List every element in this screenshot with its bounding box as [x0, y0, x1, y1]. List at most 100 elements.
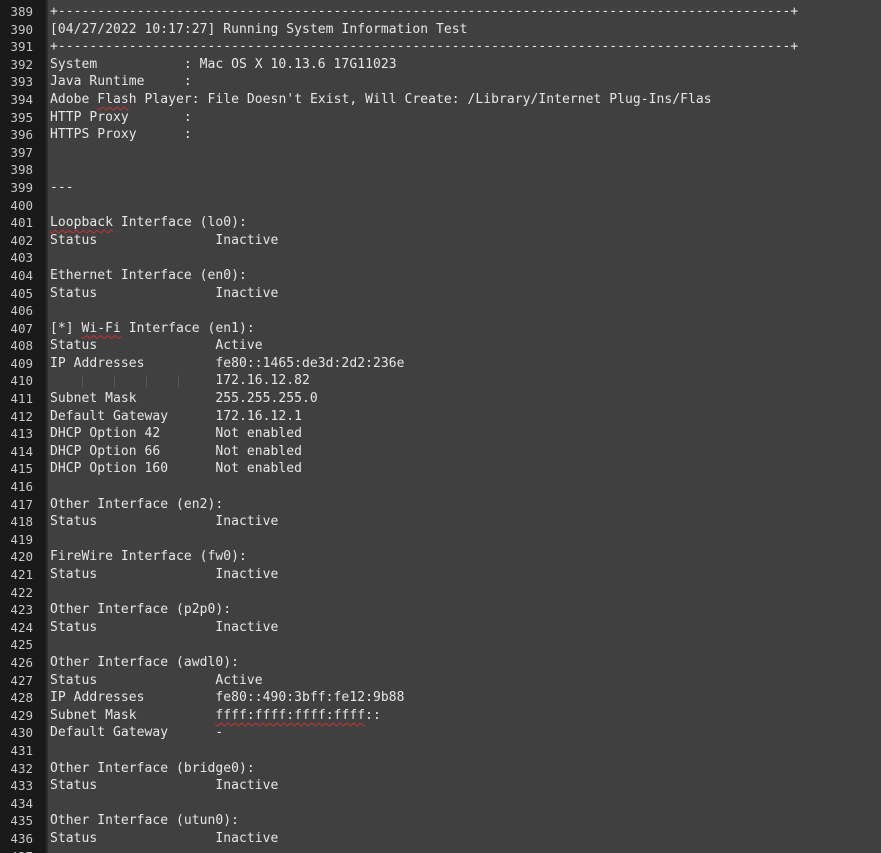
editor-line[interactable]: 393 Java Runtime : [0, 73, 881, 91]
editor-line[interactable]: 413 DHCP Option 42 Not enabled [0, 425, 881, 443]
line-number: 434 [10, 795, 33, 811]
editor-line[interactable]: 427 Status Active [0, 672, 881, 690]
line-number: 427 [10, 672, 33, 688]
line-number: 429 [10, 707, 33, 723]
editor-line[interactable]: 397 [0, 144, 881, 162]
editor-line[interactable]: 403 [0, 249, 881, 267]
line-number: 391 [10, 39, 33, 55]
line-text: Other Interface (p2p0): [50, 602, 232, 618]
line-number: 415 [10, 461, 33, 477]
line-number: 396 [10, 127, 33, 143]
editor-line[interactable]: 405 Status Inactive [0, 285, 881, 303]
line-number: 413 [10, 426, 33, 442]
line-number: 423 [10, 602, 33, 618]
line-number: 424 [10, 619, 33, 635]
editor-line[interactable]: 420 FireWire Interface (fw0): [0, 548, 881, 566]
line-number: 430 [10, 725, 33, 741]
line-number: 402 [10, 232, 33, 248]
line-text: DHCP Option 160 Not enabled [50, 461, 303, 477]
editor-line[interactable]: 414 DHCP Option 66 Not enabled [0, 443, 881, 461]
line-text: Other Interface (en2): [50, 496, 224, 512]
editor-line[interactable]: 418 Status Inactive [0, 513, 881, 531]
line-number: 411 [10, 391, 33, 407]
line-text: [04/27/2022 10:17:27] Running System Inf… [50, 21, 468, 37]
editor-line[interactable]: 389 +------------------------------------… [0, 3, 881, 21]
line-number: 403 [10, 250, 33, 266]
editor-line[interactable]: 424 Status Inactive [0, 619, 881, 637]
editor-line[interactable]: 394 Adobe Flash Player: File Doesn't Exis… [0, 91, 881, 109]
editor-line[interactable]: 428 IP Addresses fe80::490:3bff:fe12:9b88 [0, 689, 881, 707]
editor-line[interactable]: 436 Status Inactive [0, 830, 881, 848]
editor-line[interactable]: 399 --- [0, 179, 881, 197]
editor-line[interactable]: 421 Status Inactive [0, 566, 881, 584]
editor-line[interactable]: 395 HTTP Proxy : [0, 109, 881, 127]
line-text: HTTPS Proxy : [50, 127, 192, 143]
editor-line[interactable]: 406 [0, 302, 881, 320]
line-text: Status Active [50, 338, 263, 354]
line-number: 431 [10, 742, 33, 758]
editor-line[interactable]: 401 Loopback Interface (lo0): [0, 214, 881, 232]
line-number: 425 [10, 637, 33, 653]
line-text: +---------------------------------------… [50, 39, 799, 55]
line-number: 412 [10, 408, 33, 424]
editor-line[interactable]: 392 System : Mac OS X 10.13.6 17G11023 [0, 56, 881, 74]
line-number: 395 [10, 109, 33, 125]
spellcheck-underline: ffff:ffff:ffff:ffff [215, 707, 366, 723]
editor-line[interactable]: 419 [0, 531, 881, 549]
line-text: IP Addresses fe80::1465:de3d:2d2:236e [50, 355, 405, 371]
editor-line[interactable]: 396 HTTPS Proxy : [0, 126, 881, 144]
editor-line[interactable]: 390 [04/27/2022 10:17:27] Running System … [0, 21, 881, 39]
editor-line[interactable]: 433 Status Inactive [0, 777, 881, 795]
editor-line[interactable]: 432 Other Interface (bridge0): [0, 760, 881, 778]
editor-line[interactable]: 411 Subnet Mask 255.255.255.0 [0, 390, 881, 408]
line-text: Subnet Mask 255.255.255.0 [50, 391, 318, 407]
line-number: 398 [10, 162, 33, 178]
line-text: [*] Wi-Fi Interface (en1): [50, 320, 255, 336]
line-number: 399 [10, 179, 33, 195]
line-number: 422 [10, 584, 33, 600]
editor-line[interactable]: 409 IP Addresses fe80::1465:de3d:2d2:236e [0, 355, 881, 373]
line-text: +---------------------------------------… [50, 4, 799, 19]
line-text: FireWire Interface (fw0): [50, 549, 247, 565]
editor-line[interactable]: 431 [0, 742, 881, 760]
line-number: 404 [10, 267, 33, 283]
editor-line[interactable]: 429 Subnet Mask ffff:ffff:ffff:ffff:: [0, 707, 881, 725]
editor-line[interactable]: 400 [0, 197, 881, 215]
editor-line[interactable]: 426 Other Interface (awdl0): [0, 654, 881, 672]
line-number: 419 [10, 531, 33, 547]
editor-line[interactable]: 402 Status Inactive [0, 232, 881, 250]
editor-line[interactable]: 398 [0, 161, 881, 179]
line-text: Status Inactive [50, 619, 279, 635]
line-text: DHCP Option 66 Not enabled [50, 443, 303, 459]
text-editor[interactable]: 389 +------------------------------------… [0, 0, 881, 853]
editor-content[interactable]: 389 +------------------------------------… [0, 3, 881, 853]
line-text: Adobe Flash Player: File Doesn't Exist, … [50, 91, 712, 107]
line-number: 418 [10, 514, 33, 530]
editor-line[interactable]: 417 Other Interface (en2): [0, 496, 881, 514]
editor-line[interactable]: 416 [0, 478, 881, 496]
line-number: 389 [10, 4, 33, 19]
editor-line[interactable]: 425 [0, 636, 881, 654]
editor-line[interactable]: 407 [*] Wi-Fi Interface (en1): [0, 320, 881, 338]
editor-line[interactable]: 422 [0, 584, 881, 602]
line-number: 408 [10, 338, 33, 354]
line-text: Other Interface (bridge0): [50, 760, 255, 776]
line-number: 405 [10, 285, 33, 301]
line-text: Status Inactive [50, 567, 279, 582]
editor-line[interactable]: 435 Other Interface (utun0): [0, 812, 881, 830]
line-number: 390 [10, 21, 33, 37]
line-number: 428 [10, 690, 33, 706]
line-number: 394 [10, 91, 33, 107]
editor-line[interactable]: 434 [0, 795, 881, 813]
editor-line[interactable]: 391 +------------------------------------… [0, 38, 881, 56]
editor-line[interactable]: 408 Status Active [0, 337, 881, 355]
editor-line[interactable]: 412 Default Gateway 172.16.12.1 [0, 408, 881, 426]
editor-line[interactable]: 404 Ethernet Interface (en0): [0, 267, 881, 285]
line-number: 432 [10, 760, 33, 776]
editor-line[interactable]: 423 Other Interface (p2p0): [0, 601, 881, 619]
editor-line[interactable]: 415 DHCP Option 160 Not enabled [0, 460, 881, 478]
editor-line[interactable]: 437 [0, 848, 881, 853]
line-text: Other Interface (awdl0): [50, 654, 240, 670]
spellcheck-underline: Flas [97, 91, 129, 107]
editor-line[interactable]: 430 Default Gateway - [0, 724, 881, 742]
